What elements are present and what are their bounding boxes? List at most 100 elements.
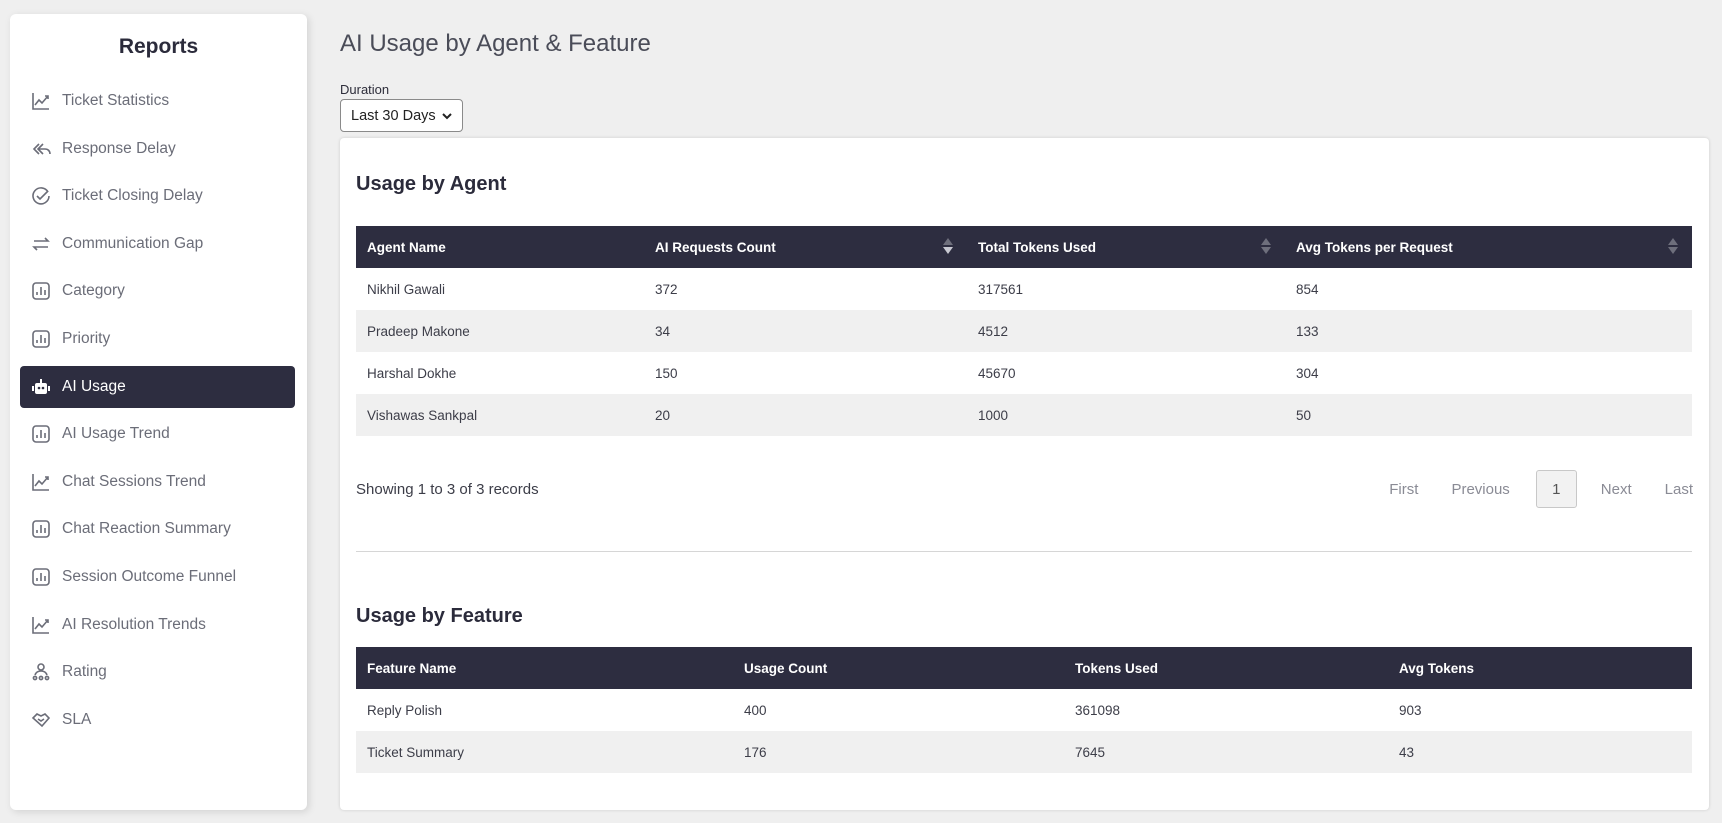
sidebar-item-communication-gap[interactable]: Communication Gap [20,223,295,265]
trend-line-icon [30,471,52,493]
sidebar-item-label: Category [62,282,125,300]
sidebar-item-label: AI Resolution Trends [62,615,206,633]
sidebar-item-label: Ticket Statistics [62,92,170,109]
cell-total-tokens: 4512 [978,323,1009,339]
table-row: Ticket Summary 176 7645 43 [356,731,1692,773]
sidebar-item-ai-resolution-trends[interactable]: AI Resolution Trends [20,604,295,646]
sort-icon [943,238,953,256]
cell-feature-name: Reply Polish [367,702,443,718]
sidebar-item-sla[interactable]: SLA [20,699,295,741]
table-header-row: Feature Name Usage Count Tokens Used Avg… [356,647,1692,689]
bar-chart-icon [30,518,52,540]
report-card: Usage by Agent Agent Name AI Requests Co… [340,138,1709,810]
sidebar-item-category[interactable]: Category [20,270,295,312]
column-header-feature-name: Feature Name [367,660,457,676]
table-row: Harshal Dokhe 150 45670 304 [356,352,1692,394]
cell-total-tokens: 45670 [978,365,1016,381]
reply-all-icon [30,138,52,160]
cell-requests-count: 372 [655,281,678,297]
sidebar-item-label: AI Usage Trend [62,425,170,443]
cell-avg-tokens: 133 [1296,323,1319,339]
chevron-down-icon [441,110,453,122]
cell-total-tokens: 1000 [978,407,1009,423]
records-summary: Showing 1 to 3 of 3 records [356,481,539,498]
cell-avg-tokens: 50 [1296,407,1312,423]
column-header-tokens-used: Tokens Used [1075,660,1159,676]
bar-chart-icon [30,328,52,350]
sidebar-item-label: Chat Sessions Trend [62,472,206,490]
handshake-icon [30,709,52,731]
cell-usage-count: 176 [744,744,767,760]
sidebar-item-label: Session Outcome Funnel [62,567,237,585]
bar-chart-icon [30,423,52,445]
cell-feature-name: Ticket Summary [367,744,465,760]
cell-avg-tokens: 43 [1399,744,1415,760]
reports-sidebar: Reports Ticket Statistics Response Delay… [10,14,307,810]
swap-arrows-icon [30,233,52,255]
column-header-avg-tokens-per-request[interactable]: Avg Tokens per Request [1285,226,1692,268]
column-header-usage-count: Usage Count [744,660,828,676]
sidebar-item-label: Priority [62,329,111,347]
robot-icon [30,376,52,398]
sidebar-item-label: Chat Reaction Summary [62,520,231,538]
sidebar-item-label: Rating [62,663,107,681]
sidebar-item-rating[interactable]: Rating [20,651,295,693]
agent-usage-table: Agent Name AI Requests Count Total Token… [356,226,1692,436]
table-row: Reply Polish 400 361098 903 [356,689,1692,731]
sidebar-item-label: Ticket Closing Delay [62,187,203,205]
user-network-icon [30,661,52,683]
usage-by-agent-title: Usage by Agent [356,173,507,195]
sidebar-item-chat-reaction-summary[interactable]: Chat Reaction Summary [20,508,295,550]
duration-value: Last 30 Days [351,107,436,124]
section-divider [356,551,1692,552]
cell-agent-name: Harshal Dokhe [367,365,457,381]
cell-requests-count: 150 [655,365,678,381]
duration-select[interactable]: Last 30 Days [340,99,463,132]
sidebar-item-label: Response Delay [62,139,176,157]
column-header-avg-tokens: Avg Tokens [1399,660,1475,676]
cell-total-tokens: 317561 [978,281,1024,297]
pagination-page-1[interactable]: 1 [1535,470,1577,508]
sidebar-item-ticket-statistics[interactable]: Ticket Statistics [20,80,295,122]
cell-usage-count: 400 [744,702,767,718]
bar-chart-icon [30,566,52,588]
sidebar-item-label: SLA [62,710,92,728]
cell-agent-name: Vishawas Sankpal [367,407,478,423]
column-header-total-tokens-used[interactable]: Total Tokens Used [967,226,1285,268]
table-header-row: Agent Name AI Requests Count Total Token… [356,226,1692,268]
pagination-first[interactable]: First [1389,481,1418,498]
column-header-agent-name: Agent Name [367,239,446,255]
trend-line-icon [30,90,52,112]
cell-requests-count: 20 [655,407,671,423]
sidebar-item-label: Communication Gap [62,234,204,252]
cell-avg-tokens: 903 [1399,702,1422,718]
column-header-ai-requests-count[interactable]: AI Requests Count [644,226,967,268]
sidebar-menu: Ticket Statistics Response Delay Ticket … [20,80,295,746]
pagination-last[interactable]: Last [1665,481,1693,498]
pagination: First Previous 1 Next Last [1356,470,1693,508]
sidebar-item-ticket-closing-delay[interactable]: Ticket Closing Delay [20,175,295,217]
cell-tokens-used: 361098 [1075,702,1121,718]
sidebar-item-priority[interactable]: Priority [20,318,295,360]
cell-avg-tokens: 304 [1296,365,1319,381]
sidebar-item-chat-sessions-trend[interactable]: Chat Sessions Trend [20,461,295,503]
cell-tokens-used: 7645 [1075,744,1106,760]
page-title: AI Usage by Agent & Feature [340,30,651,57]
sidebar-item-response-delay[interactable]: Response Delay [20,128,295,170]
pagination-previous[interactable]: Previous [1451,481,1509,498]
trend-line-icon [30,614,52,636]
cell-agent-name: Pradeep Makone [367,323,470,339]
table-row: Vishawas Sankpal 20 1000 50 [356,394,1692,436]
sidebar-item-session-outcome-funnel[interactable]: Session Outcome Funnel [20,556,295,598]
sidebar-item-ai-usage[interactable]: AI Usage [20,365,295,408]
table-row: Nikhil Gawali 372 317561 854 [356,268,1692,310]
sort-icon [1668,238,1678,256]
sidebar-title: Reports [118,35,199,58]
cell-requests-count: 34 [655,323,671,339]
sort-icon [1261,238,1271,256]
duration-label: Duration [340,82,390,97]
pagination-next[interactable]: Next [1601,481,1632,498]
cell-agent-name: Nikhil Gawali [367,281,446,297]
cell-avg-tokens: 854 [1296,281,1319,297]
sidebar-item-ai-usage-trend[interactable]: AI Usage Trend [20,413,295,455]
